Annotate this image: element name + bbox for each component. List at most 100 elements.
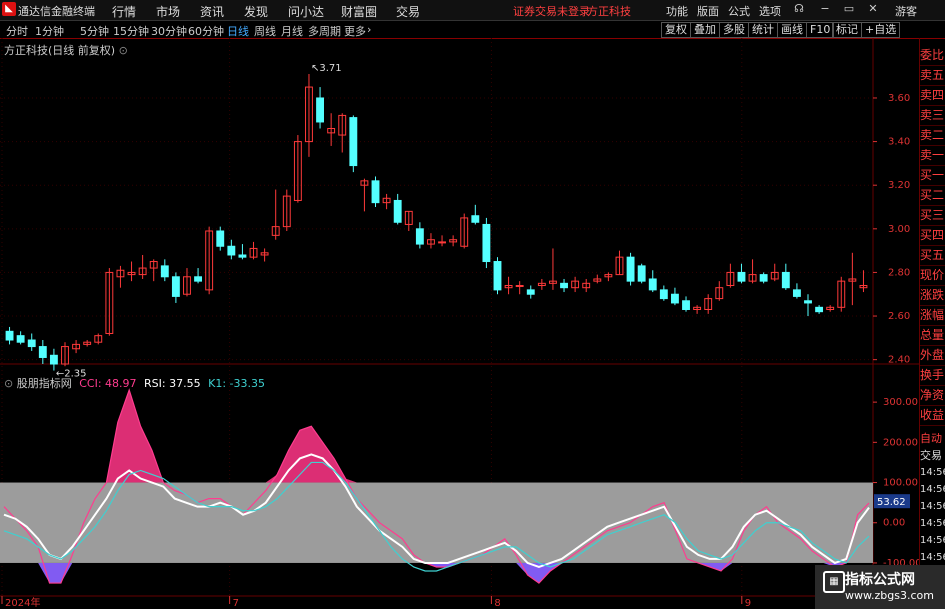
close-icon[interactable]: ✕: [866, 2, 880, 16]
right-panel-item[interactable]: 卖三: [920, 106, 945, 126]
menu-item-market[interactable]: 市场: [156, 3, 180, 20]
right-panel-item[interactable]: 涨幅: [920, 306, 945, 326]
period-tab-daily[interactable]: 日线: [227, 23, 249, 39]
x-tick-label: 2024年: [5, 596, 40, 609]
candlestick-series: ↖3.71 ←2.35: [5, 63, 868, 380]
menu-item-options[interactable]: 选项: [759, 3, 781, 19]
right-panel-item[interactable]: 买二: [920, 186, 945, 206]
headset-icon[interactable]: ☊: [792, 2, 806, 16]
stock-name-label: 方正科技: [587, 5, 631, 18]
candle-body: [238, 254, 247, 258]
candle-body: [49, 354, 58, 365]
candle-body: [438, 241, 446, 244]
mark-button[interactable]: 标记: [832, 22, 862, 38]
menu-item-layout[interactable]: 版面: [697, 3, 719, 19]
neutral-band: [0, 482, 873, 563]
right-panel-item[interactable]: 买三: [920, 206, 945, 226]
period-tab-more[interactable]: 更多: [344, 23, 366, 39]
right-panel-item[interactable]: 卖五: [920, 66, 945, 86]
right-panel-item[interactable]: 买五: [920, 246, 945, 266]
minimize-icon[interactable]: −: [818, 2, 832, 16]
stats-button[interactable]: 统计: [748, 22, 778, 38]
period-tab-30min[interactable]: 30分钟: [151, 23, 187, 39]
add-watchlist-button[interactable]: +自选: [861, 22, 901, 38]
right-panel-tab[interactable]: 交易: [920, 447, 945, 464]
period-tab-60min[interactable]: 60分钟: [188, 23, 224, 39]
candle-body: [371, 180, 380, 204]
trade-time-row: 14:56: [920, 484, 945, 495]
candle-body: [670, 293, 679, 304]
period-tab-multi[interactable]: 多周期: [308, 23, 341, 39]
restore-icon[interactable]: ▭: [842, 2, 856, 16]
adjust-button[interactable]: 复权: [661, 22, 691, 38]
candle-body: [781, 271, 790, 289]
x-tick-label: 8: [494, 598, 500, 609]
y-tick-label: 3.20: [888, 180, 910, 191]
multi-stock-button[interactable]: 多股: [719, 22, 749, 38]
trade-time-row: 14:56: [920, 535, 945, 546]
y-tick-label: 2.80: [888, 267, 910, 278]
right-panel-item[interactable]: 买四: [920, 226, 945, 246]
candle-body: [5, 330, 14, 341]
app-logo-icon: ◣: [2, 2, 16, 16]
candle-body: [227, 245, 236, 256]
right-panel: 委比 卖五 卖四 卖三 卖二 卖一 买一 买二 买三 买四 买五 现价 涨跌 涨幅 总量 外盘 换手 净资 收益自动…: [919, 38, 945, 609]
f10-button[interactable]: F10: [806, 22, 835, 38]
price-annotation: ↖3.71: [311, 63, 342, 74]
cci-extreme-area: [38, 562, 73, 584]
right-panel-header: [920, 38, 945, 46]
right-panel-item[interactable]: 卖四: [920, 86, 945, 106]
period-bar: 分时 1分钟 5分钟 15分钟 30分钟 60分钟 日线 周线 月线 多周期 更…: [0, 21, 945, 39]
trade-time-row: 14:56: [920, 467, 945, 478]
app-title: 通达信金融终端: [18, 5, 95, 18]
login-warning[interactable]: 证券交易未登录: [513, 3, 590, 19]
trade-time-row: 14:56: [920, 501, 945, 512]
right-panel-item[interactable]: 卖一: [920, 146, 945, 166]
right-panel-item[interactable]: 外盘: [920, 346, 945, 366]
menu-item-trade[interactable]: 交易: [396, 3, 420, 20]
candle-body: [393, 199, 402, 223]
chart-canvas[interactable]: ↖3.71←2.35 2.402.602.803.003.203.403.60-…: [0, 38, 919, 609]
right-panel-item[interactable]: 净资: [920, 386, 945, 406]
watermark-line2: www.zbgs3.com: [845, 589, 934, 602]
period-tab-5min[interactable]: 5分钟: [80, 23, 109, 39]
menu-item-wealth[interactable]: 财富圈: [341, 3, 377, 20]
y-tick-label: 200.00: [883, 437, 918, 448]
candle-body: [316, 97, 324, 123]
watermark-logo-icon: ▦: [823, 571, 845, 593]
y-tick-label: 100.00: [883, 478, 918, 489]
menu-item-news[interactable]: 资讯: [200, 3, 224, 20]
menu-item-ask[interactable]: 问小达: [288, 3, 324, 20]
candle-body: [759, 274, 768, 282]
candle-body: [349, 117, 358, 167]
guest-label[interactable]: 游客: [895, 3, 917, 19]
right-panel-tab[interactable]: 自动: [920, 430, 945, 447]
candle-body: [560, 282, 568, 289]
menu-item-formula[interactable]: 公式: [728, 3, 750, 19]
candle-body: [38, 346, 47, 358]
right-panel-item[interactable]: 委比: [920, 46, 945, 66]
chevron-right-icon[interactable]: ›: [367, 23, 371, 36]
right-panel-item[interactable]: 总量: [920, 326, 945, 346]
right-panel-item[interactable]: 收益: [920, 406, 945, 426]
period-tab-1min[interactable]: 1分钟: [35, 23, 64, 39]
y-tick-label: 300.00: [883, 397, 918, 408]
candle-body: [804, 300, 812, 304]
menu-item-function[interactable]: 功能: [666, 3, 688, 19]
candle-body: [659, 289, 668, 300]
right-panel-item[interactable]: 买一: [920, 166, 945, 186]
menu-item-quotes[interactable]: 行情: [112, 3, 136, 20]
right-panel-item[interactable]: 换手: [920, 366, 945, 386]
y-tick-label: 3.40: [888, 137, 910, 148]
overlay-button[interactable]: 叠加: [690, 22, 720, 38]
right-panel-item[interactable]: 卖二: [920, 126, 945, 146]
period-tab-intraday[interactable]: 分时: [6, 23, 28, 39]
period-tab-monthly[interactable]: 月线: [281, 23, 303, 39]
draw-line-button[interactable]: 画线: [777, 22, 807, 38]
period-tab-15min[interactable]: 15分钟: [113, 23, 149, 39]
right-panel-item[interactable]: 涨跌: [920, 286, 945, 306]
candle-body: [637, 265, 646, 282]
period-tab-weekly[interactable]: 周线: [254, 23, 276, 39]
menu-item-discover[interactable]: 发现: [244, 3, 268, 20]
right-panel-item[interactable]: 现价: [920, 266, 945, 286]
